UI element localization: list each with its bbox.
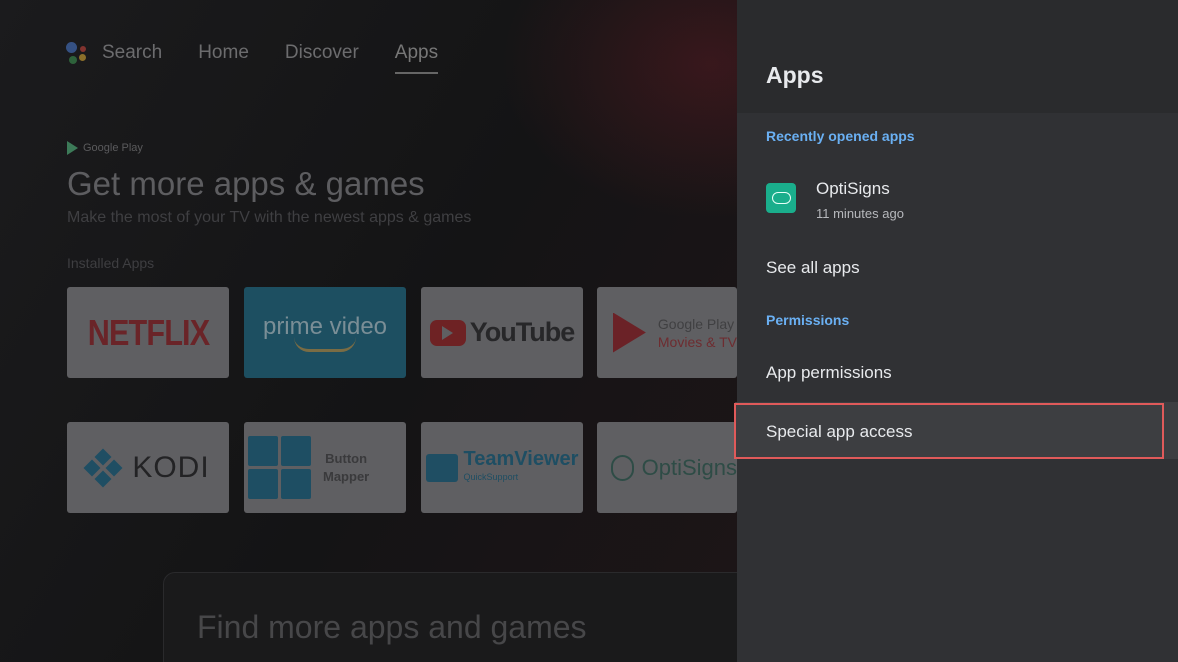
nav-search[interactable]: Search [102,42,162,64]
cloud-icon [771,192,791,204]
promo-subtitle: Make the most of your TV with the newest… [67,209,472,226]
teamviewer-icon [425,453,458,482]
launcher-background: Search Home Discover Apps Google Play Ge… [0,0,737,662]
permissions-section-label: Permissions [766,312,850,328]
highlight-outline [734,403,1164,459]
play-movies-icon [613,312,646,353]
netflix-logo: NETFLIX [87,311,209,353]
find-more-apps-card[interactable]: Find more apps and games [163,572,737,662]
button-mapper-label: Button Mapper [323,450,370,484]
find-more-apps-label: Find more apps and games [197,609,587,645]
app-tile-netflix[interactable]: NETFLIX [67,287,229,378]
amazon-smile-icon [294,337,356,352]
installed-apps-label: Installed Apps [67,255,155,271]
optisigns-logo: OptiSigns [641,454,737,480]
app-tile-kodi[interactable]: KODI [67,422,229,513]
kodi-icon [83,448,123,487]
app-tile-optisigns[interactable]: OptiSigns [597,422,737,513]
recent-app-time: 11 minutes ago [816,206,904,221]
apps-settings-panel: Apps Recently opened apps OptiSigns 11 m… [735,0,1178,662]
recent-app-name: OptiSigns [816,179,890,198]
nav-home[interactable]: Home [198,42,249,64]
google-play-label: Google Play [83,142,143,154]
see-all-apps-item[interactable]: See all apps [766,258,860,278]
app-tile-prime-video[interactable]: prime video [244,287,406,378]
teamviewer-label: TeamViewer QuickSupport [463,447,579,482]
youtube-logo: YouTube [469,317,575,347]
optisigns-cloud-icon [611,454,634,481]
optisigns-app-icon [766,183,796,213]
button-mapper-icon [248,436,311,499]
app-permissions-item[interactable]: App permissions [766,363,892,383]
top-navigation: Search Home Discover Apps [66,40,474,74]
nav-discover[interactable]: Discover [285,42,359,64]
nav-apps[interactable]: Apps [394,42,439,74]
play-store-icon [67,141,78,155]
promo-title: Get more apps & games [67,165,425,202]
youtube-play-icon [429,319,466,346]
google-play-logo: Google Play [67,141,143,155]
app-tile-youtube[interactable]: YouTube [421,287,583,378]
recent-app-optisigns[interactable]: OptiSigns 11 minutes ago [766,178,904,225]
recently-opened-section-label: Recently opened apps [766,128,915,144]
app-tile-google-play-movies[interactable]: Google Play Movies & TV [597,287,737,378]
panel-title: Apps [766,62,824,88]
play-movies-label: Google Play Movies & TV [657,315,737,350]
app-tile-teamviewer[interactable]: TeamViewer QuickSupport [421,422,583,513]
app-tile-button-mapper[interactable]: Button Mapper [244,422,406,513]
google-assistant-icon [66,40,92,66]
panel-header: Apps [737,0,1178,113]
kodi-logo: KODI [132,450,210,484]
